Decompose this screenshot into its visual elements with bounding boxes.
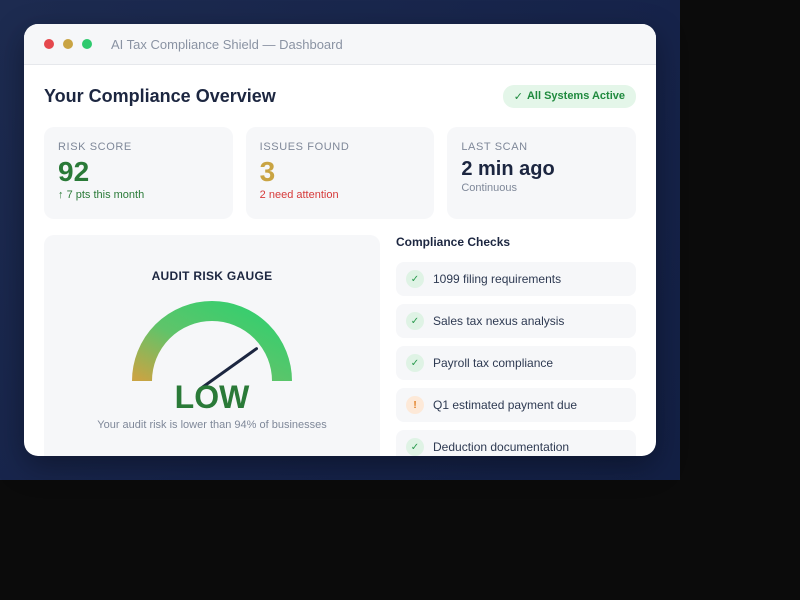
status-badge: ✓ All Systems Active (502, 84, 636, 108)
app-window: AI Tax Compliance Shield — Dashboard You… (24, 24, 656, 456)
page-title: Your Compliance Overview (44, 85, 276, 106)
gauge-caption: Your audit risk is lower than 94% of bus… (97, 419, 327, 431)
last-scan-label: LAST SCAN (461, 141, 528, 153)
warning-icon: ! (406, 396, 424, 414)
issues-attention-text: 2 need attention (259, 189, 339, 201)
window-title: AI Tax Compliance Shield — Dashboard (111, 36, 343, 52)
close-window-button[interactable] (44, 39, 54, 49)
audit-risk-gauge-card: AUDIT RISK GAUGE LOW Your audit risk is … (44, 235, 380, 456)
title-bar: AI Tax Compliance Shield — Dashboard (24, 24, 656, 65)
risk-score-change: ↑ 7 pts this month (58, 189, 219, 201)
compliance-checks-panel: Compliance Checks ✓ 1099 filing requirem… (396, 235, 636, 456)
check-icon: ✓ (513, 90, 523, 103)
gauge-chart (132, 301, 292, 391)
overview-header: Your Compliance Overview ✓ All Systems A… (44, 65, 636, 127)
last-scan-card: LAST SCAN 2 min ago Continuous (447, 127, 637, 219)
stats-row: RISK SCORE 92 ↑ 7 pts this month ISSUES … (44, 127, 637, 219)
check-label: Sales tax nexus analysis (433, 314, 565, 328)
risk-score-card: RISK SCORE 92 ↑ 7 pts this month (44, 127, 233, 219)
risk-level-label: LOW (174, 379, 250, 415)
maximize-window-button[interactable] (82, 39, 92, 49)
bottom-section: AUDIT RISK GAUGE LOW Your audit risk is … (44, 235, 636, 456)
check-icon: ✓ (406, 354, 424, 372)
check-label: 1099 filing requirements (433, 272, 562, 286)
check-item-q1-payment[interactable]: ! Q1 estimated payment due (396, 388, 636, 422)
last-scan-value: 2 min ago (461, 158, 555, 180)
check-icon: ✓ (406, 438, 424, 456)
dashboard-content: Your Compliance Overview ✓ All Systems A… (24, 65, 656, 456)
risk-score-change-label: 7 pts this month (66, 189, 145, 201)
gauge-arc (132, 301, 292, 382)
compliance-checks-title: Compliance Checks (396, 235, 511, 249)
scan-mode-text: Continuous (461, 182, 517, 194)
check-icon: ✓ (406, 312, 424, 330)
gauge-title: AUDIT RISK GAUGE (151, 269, 273, 283)
check-label: Deduction documentation (433, 440, 570, 454)
check-label: Q1 estimated payment due (433, 398, 578, 412)
issues-found-value: 3 (259, 156, 276, 187)
risk-score-label: RISK SCORE (58, 141, 132, 153)
check-icon: ✓ (406, 270, 424, 288)
risk-score-value: 92 (58, 156, 90, 187)
check-label: Payroll tax compliance (433, 356, 554, 370)
issues-found-card: ISSUES FOUND 3 2 need attention (245, 127, 435, 219)
check-item-payroll[interactable]: ✓ Payroll tax compliance (396, 346, 636, 380)
check-item-1099[interactable]: ✓ 1099 filing requirements (396, 262, 636, 296)
arrow-up-icon: ↑ (58, 189, 64, 201)
issues-found-label: ISSUES FOUND (259, 141, 350, 153)
minimize-window-button[interactable] (63, 39, 73, 49)
check-item-sales-tax[interactable]: ✓ Sales tax nexus analysis (396, 304, 636, 338)
check-item-deductions[interactable]: ✓ Deduction documentation (396, 430, 636, 456)
status-badge-label: All Systems Active (526, 90, 625, 102)
